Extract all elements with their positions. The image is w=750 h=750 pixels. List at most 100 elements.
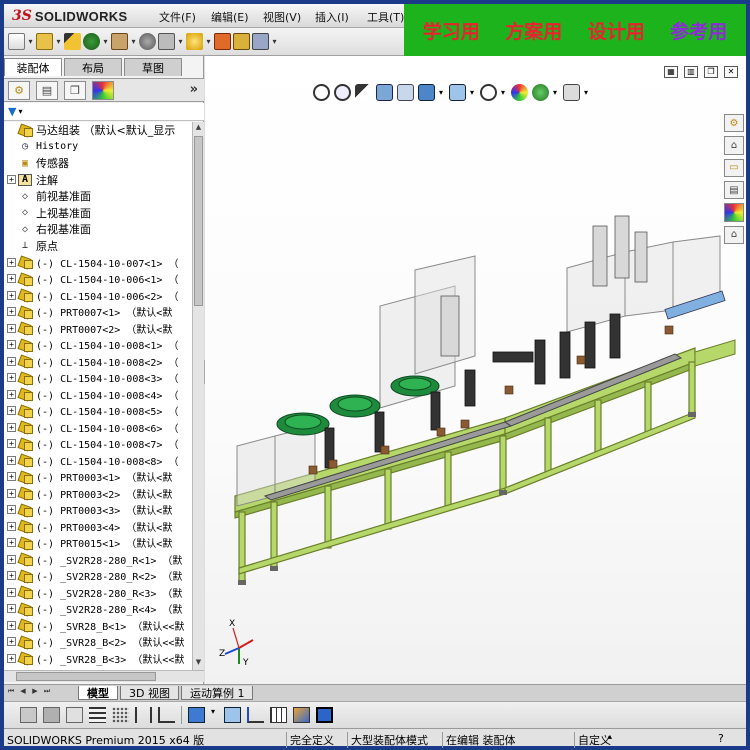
menu-view[interactable]: 视图(V) bbox=[263, 9, 315, 25]
help-icon[interactable]: ? bbox=[718, 732, 724, 745]
tree-item[interactable]: + (-) CL-1504-10-007<1> （ bbox=[4, 254, 192, 271]
expand-panel-icon[interactable]: » bbox=[190, 82, 198, 97]
custom-properties-icon[interactable]: ⌂ bbox=[724, 225, 744, 244]
hide-show-dropdown-icon[interactable]: ▾ bbox=[501, 88, 507, 97]
graphics-area[interactable]: ▦ ▥ ❐ ✕ ▾ ▾ ▾ ▾ ▾ ⚙ ⌂ ▭ ▤ ⌂ X Z Y bbox=[205, 56, 746, 684]
units-dropdown-icon[interactable]: ▴ bbox=[608, 732, 612, 741]
table-icon[interactable] bbox=[270, 707, 287, 723]
shaded-edges-icon[interactable] bbox=[20, 707, 37, 723]
tree-item[interactable]: + (-) CL-1504-10-008<3> （ bbox=[4, 370, 192, 387]
cube-icon[interactable] bbox=[188, 707, 205, 723]
dynamic-annotation-icon[interactable] bbox=[397, 84, 414, 101]
status-units[interactable]: 自定义 bbox=[574, 732, 611, 748]
expand-toggle-icon[interactable]: + bbox=[7, 274, 16, 284]
tree-item[interactable]: + (-) PRT0007<2> （默认<默 bbox=[4, 320, 192, 337]
measure-icon[interactable] bbox=[252, 33, 269, 50]
expand-toggle-icon[interactable]: + bbox=[7, 323, 16, 333]
tree-item[interactable]: + (-) _SV2R28-280_R<2> （默 bbox=[4, 568, 192, 585]
display-manager-icon[interactable] bbox=[92, 80, 114, 100]
feature-tree-icon[interactable]: ⚙ bbox=[8, 80, 30, 100]
menu-insert[interactable]: 插入(I) bbox=[315, 9, 367, 25]
tree-item[interactable]: + (-) _SV2R28-280_R<4> （默 bbox=[4, 601, 192, 618]
tab-model[interactable]: 模型 bbox=[78, 686, 118, 700]
tab-motion-study[interactable]: 运动算例 1 bbox=[180, 686, 254, 700]
tree-item[interactable]: + (-) CL-1504-10-008<2> （ bbox=[4, 353, 192, 370]
assembly-dropdown-icon[interactable]: ▾ bbox=[177, 37, 184, 46]
axis-icon[interactable] bbox=[158, 707, 175, 723]
scroll-up-icon[interactable]: ▲ bbox=[194, 123, 203, 134]
expand-toggle-icon[interactable]: + bbox=[7, 571, 16, 581]
property-manager-icon[interactable]: ▤ bbox=[36, 80, 58, 100]
expand-toggle-icon[interactable]: + bbox=[7, 340, 16, 350]
filter-dropdown-icon[interactable]: ▾ bbox=[18, 107, 22, 116]
display-style-dropdown-icon[interactable]: ▾ bbox=[470, 88, 476, 97]
photo-render-icon[interactable] bbox=[293, 707, 310, 723]
tree-item[interactable]: + (-) CL-1504-10-008<7> （ bbox=[4, 436, 192, 453]
expand-toggle-icon[interactable]: + bbox=[7, 653, 16, 663]
view-settings-dropdown-icon[interactable]: ▾ bbox=[584, 88, 590, 97]
expand-toggle-icon[interactable]: + bbox=[7, 505, 16, 515]
tree-item[interactable]: ◷ History bbox=[4, 139, 192, 156]
tree-item[interactable]: ▣ 传感器 bbox=[4, 155, 192, 172]
active-view-icon[interactable] bbox=[316, 707, 333, 723]
box-view-icon[interactable] bbox=[224, 707, 241, 723]
tree-item[interactable]: + (-) CL-1504-10-008<6> （ bbox=[4, 419, 192, 436]
new-document-icon[interactable] bbox=[8, 33, 25, 50]
zoom-to-fit-icon[interactable] bbox=[313, 84, 330, 101]
tree-item[interactable]: + (-) PRT0003<1> （默认<默 bbox=[4, 469, 192, 486]
filter-icon[interactable]: ▼ bbox=[8, 105, 16, 118]
view-orientation-icon[interactable] bbox=[418, 84, 435, 101]
design-library-icon[interactable]: ⌂ bbox=[724, 136, 744, 155]
expand-toggle-icon[interactable]: + bbox=[7, 521, 16, 531]
tree-item[interactable]: ⊥ 原点 bbox=[4, 238, 192, 255]
expand-toggle-icon[interactable]: + bbox=[7, 356, 16, 366]
first-tab-icon[interactable]: ⏮ bbox=[6, 687, 16, 698]
tab-3d-views[interactable]: 3D 视图 bbox=[120, 686, 179, 700]
star-dropdown-icon[interactable]: ▾ bbox=[205, 37, 212, 46]
menu-edit[interactable]: 编辑(E) bbox=[211, 9, 263, 25]
tab-sketch[interactable]: 草图 bbox=[124, 58, 182, 76]
previous-tab-icon[interactable]: ◀ bbox=[18, 687, 28, 698]
cube-dropdown-icon[interactable]: ▾ bbox=[211, 707, 218, 723]
expand-toggle-icon[interactable]: + bbox=[7, 422, 16, 432]
split-view-icon[interactable]: ▥ bbox=[684, 66, 698, 78]
tree-item[interactable]: + (-) PRT0003<3> （默认<默 bbox=[4, 502, 192, 519]
configuration-manager-icon[interactable]: ❒ bbox=[64, 80, 86, 100]
tree-vertical-scrollbar[interactable]: ▲ ▼ bbox=[192, 122, 204, 670]
tree-item[interactable]: + (-) CL-1504-10-006<1> （ bbox=[4, 271, 192, 288]
expand-toggle-icon[interactable]: + bbox=[7, 257, 16, 267]
pencil-icon[interactable] bbox=[64, 33, 81, 50]
expand-toggle-icon[interactable]: + bbox=[7, 439, 16, 449]
tree-item[interactable]: + (-) CL-1504-10-008<1> （ bbox=[4, 337, 192, 354]
expand-toggle-icon[interactable]: + bbox=[7, 406, 16, 416]
axes-vertical-icon[interactable] bbox=[247, 707, 264, 723]
expand-toggle-icon[interactable]: + bbox=[7, 620, 16, 630]
settings-gear-icon[interactable] bbox=[139, 33, 156, 50]
expand-toggle-icon[interactable]: + bbox=[7, 554, 16, 564]
tree-item[interactable]: + (-) PRT0003<4> （默认<默 bbox=[4, 518, 192, 535]
appearance-icon[interactable] bbox=[511, 84, 528, 101]
hidden-lines-icon[interactable] bbox=[66, 707, 83, 723]
tree-item[interactable]: + (-) _SVR28_B<2> （默认<<默 bbox=[4, 634, 192, 651]
tree-item[interactable]: + (-) _SVR28_B<3> （默认<<默 bbox=[4, 650, 192, 667]
tree-item[interactable]: ◇ 右视基准面 bbox=[4, 221, 192, 238]
expand-toggle-icon[interactable]: + bbox=[7, 290, 16, 300]
rebuild-dropdown-icon[interactable]: ▾ bbox=[102, 37, 109, 46]
view-orientation-dropdown-icon[interactable]: ▾ bbox=[439, 88, 445, 97]
tree-scroll-thumb[interactable] bbox=[194, 136, 203, 306]
view-palette-icon[interactable]: ▤ bbox=[724, 180, 744, 200]
tree-item[interactable]: + (-) PRT0015<1> （默认<默 bbox=[4, 535, 192, 552]
tree-filter-bar[interactable]: ▼ ▾ bbox=[4, 103, 204, 121]
tree-item[interactable]: + (-) _SV2R28-280_R<1> （默 bbox=[4, 551, 192, 568]
resources-icon[interactable]: ⚙ bbox=[724, 114, 744, 133]
tree-item[interactable]: + (-) CL-1504-10-008<8> （ bbox=[4, 452, 192, 469]
expand-toggle-icon[interactable]: + bbox=[7, 587, 16, 597]
tab-assembly[interactable]: 装配体 bbox=[4, 58, 62, 76]
bracket-icon[interactable] bbox=[135, 707, 152, 723]
expand-toggle-icon[interactable]: + bbox=[7, 604, 16, 614]
expand-toggle-icon[interactable]: + bbox=[7, 637, 16, 647]
tree-root-assembly[interactable]: 马达组装 （默认<默认_显示 bbox=[4, 122, 192, 139]
list-view-icon[interactable] bbox=[89, 707, 106, 723]
tab-layout[interactable]: 布局 bbox=[64, 58, 122, 76]
scene-dropdown-icon[interactable]: ▾ bbox=[553, 88, 559, 97]
